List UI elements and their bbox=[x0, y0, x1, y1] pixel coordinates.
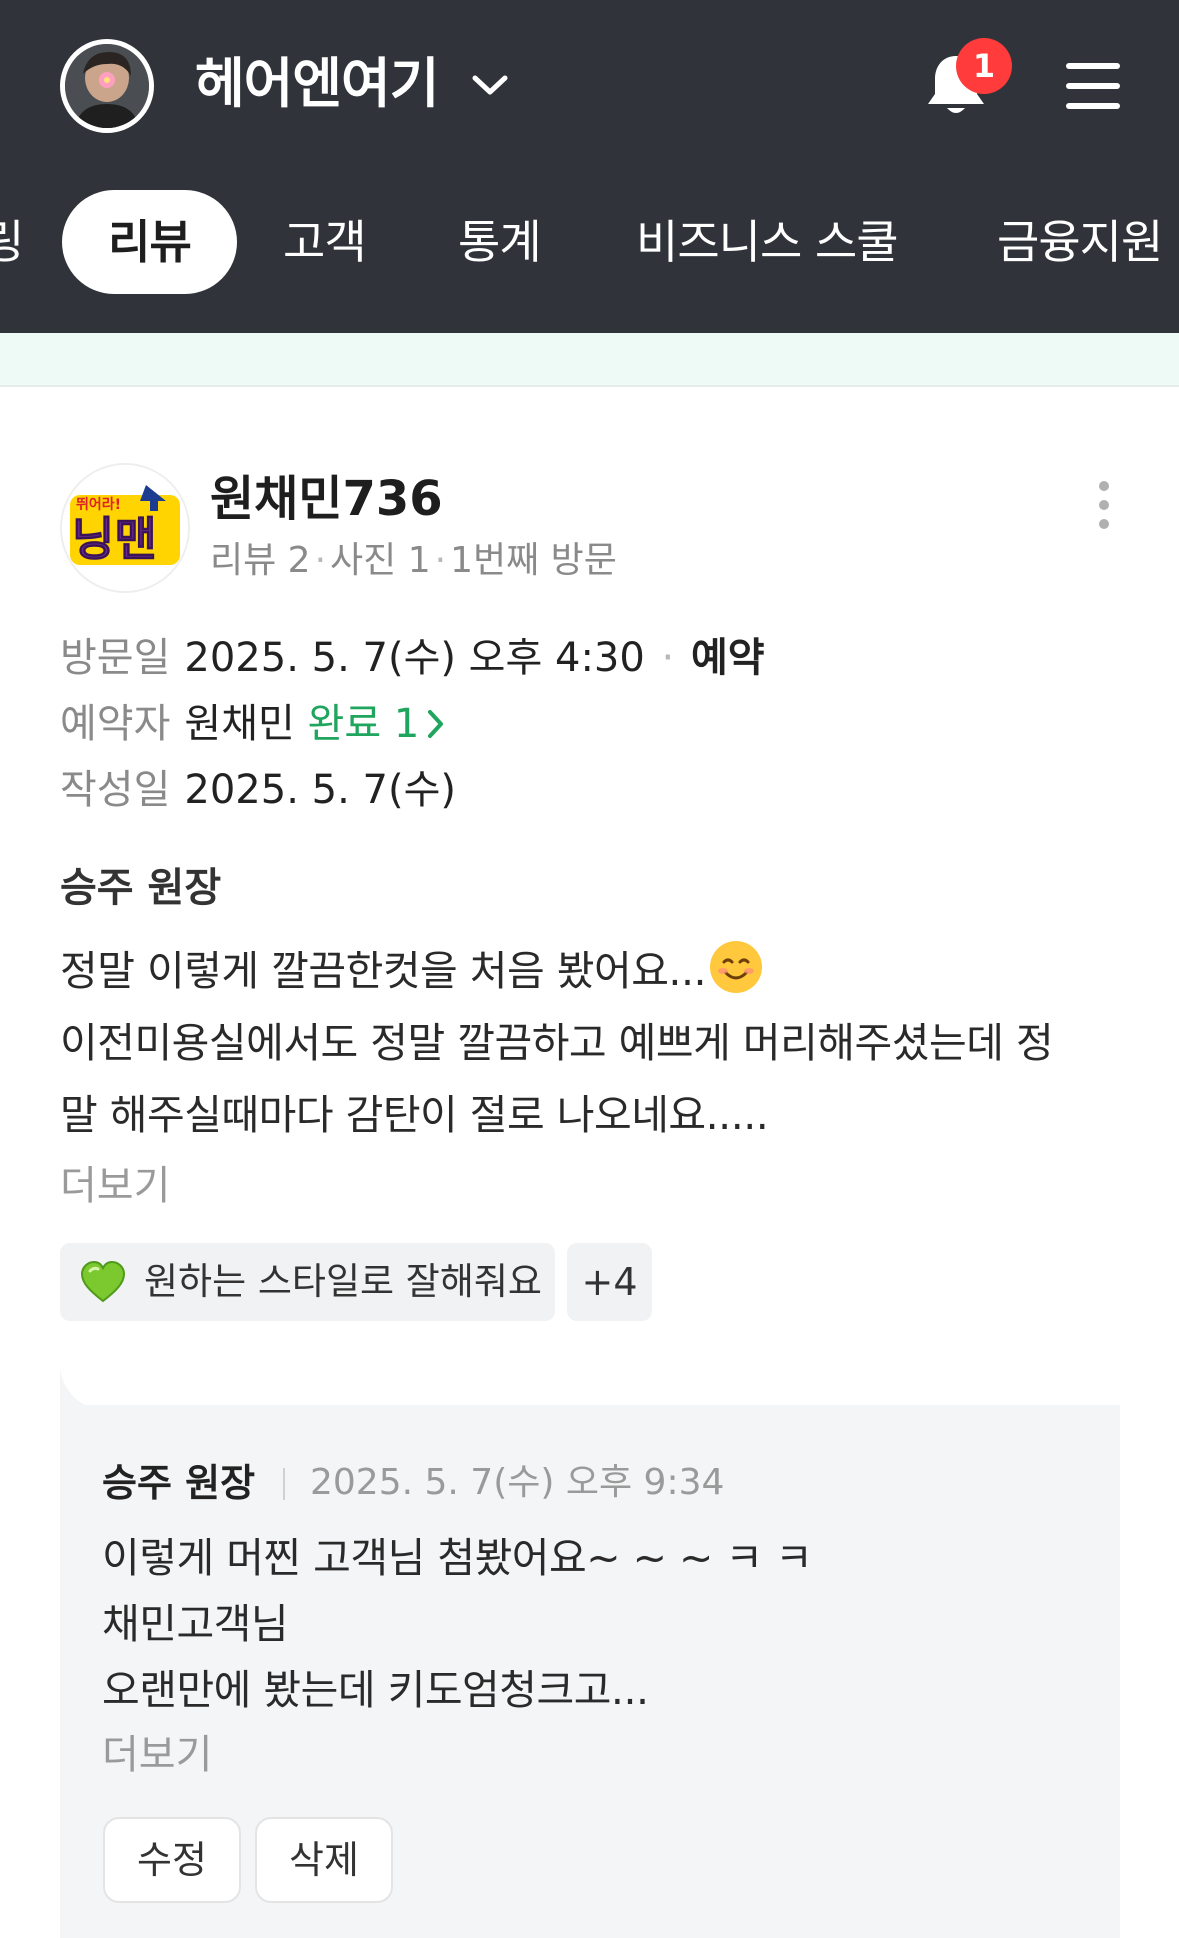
more-options-icon[interactable] bbox=[1090, 480, 1118, 530]
shop-name[interactable]: 헤어엔여기 bbox=[195, 52, 439, 116]
reply-author: 승주 원장 bbox=[102, 1461, 256, 1505]
reply-text-line2: 채민고객님 bbox=[102, 1600, 289, 1648]
visit-date-value: 2025. 5. 7(수) 오후 4:30 bbox=[184, 635, 645, 681]
designer-name: 승주 원장 bbox=[60, 865, 222, 911]
visit-date-label: 방문일 bbox=[60, 635, 171, 681]
reply-text-line1: 이렇게 머찐 고객님 첨봤어요~ ~ ~ ㅋ ㅋ bbox=[102, 1534, 813, 1582]
visit-date-row: 방문일 2025. 5. 7(수) 오후 4:30 · 예약 bbox=[60, 635, 765, 681]
written-date-row: 작성일 2025. 5. 7(수) bbox=[60, 762, 456, 818]
hamburger-menu-icon[interactable] bbox=[1066, 61, 1120, 111]
edit-reply-button[interactable]: 수정 bbox=[103, 1817, 241, 1903]
smiling-face-icon bbox=[710, 941, 763, 993]
review-keyword-label: 원하는 스타일로 잘해줘요 bbox=[144, 1260, 542, 1303]
reviewer-photo-count: 사진 1 bbox=[330, 540, 431, 581]
written-date-value: 2025. 5. 7(수) bbox=[184, 767, 456, 813]
svg-text:닝맨: 닝맨 bbox=[72, 512, 157, 566]
tab-business-school[interactable]: 비즈니스 스쿨 bbox=[636, 190, 899, 294]
reviewer-visit-count: 1번째 방문 bbox=[450, 540, 617, 581]
reply-date: 2025. 5. 7(수) 오후 9:34 bbox=[310, 1462, 725, 1503]
reply-text: 이렇게 머찐 고객님 첨봤어요~ ~ ~ ㅋ ㅋ 채민고객님 오랜만에 봤는데 … bbox=[102, 1525, 1102, 1723]
review-more-link[interactable]: 더보기 bbox=[60, 1158, 170, 1214]
tab-reviews[interactable]: 리뷰 bbox=[62, 190, 237, 294]
chevron-down-icon[interactable] bbox=[470, 70, 510, 100]
delete-reply-button[interactable]: 삭제 bbox=[255, 1817, 393, 1903]
reply-text-line3: 오랜만에 봤는데 키도엄청크고... bbox=[102, 1666, 649, 1714]
written-date-label: 작성일 bbox=[60, 767, 171, 813]
review-text-line3: 말 해주실때마다 감탄이 절로 나오네요..... bbox=[60, 1091, 769, 1139]
shop-profile-avatar[interactable] bbox=[60, 39, 154, 133]
reply-divider bbox=[283, 1468, 285, 1500]
tab-partial[interactable]: 링 bbox=[0, 190, 24, 294]
notification-badge: 1 bbox=[956, 38, 1012, 94]
review-text: 정말 이렇게 깔끔한컷을 처음 봤어요... 이전미용실에서도 정말 깔끔하고 … bbox=[60, 935, 1120, 1151]
booker-label: 예약자 bbox=[60, 701, 171, 747]
reviewer-avatar[interactable]: 뛰어라! 닝맨 bbox=[62, 465, 188, 591]
banner-strip bbox=[0, 333, 1179, 387]
tab-statistics[interactable]: 통계 bbox=[458, 190, 542, 294]
booker-name: 원채민 bbox=[184, 701, 295, 747]
reviewer-meta: 리뷰 2 · 사진 1 · 1번째 방문 bbox=[210, 540, 617, 581]
reply-more-link[interactable]: 더보기 bbox=[102, 1727, 212, 1783]
reviewer-review-count: 리뷰 2 bbox=[210, 540, 311, 581]
tab-customers[interactable]: 고객 bbox=[283, 190, 367, 294]
app-header: 헤어엔여기 1 링 리뷰 고객 통계 비즈니스 스쿨 금융지원 bbox=[0, 0, 1179, 333]
green-heart-icon bbox=[80, 1261, 126, 1303]
booker-row: 예약자 원채민 완료 1 bbox=[60, 696, 447, 752]
booker-status: 완료 1 bbox=[307, 701, 420, 747]
reviewer-name[interactable]: 원채민736 bbox=[210, 470, 443, 528]
more-keywords-button[interactable]: +4 bbox=[567, 1243, 652, 1321]
chevron-right-icon bbox=[428, 710, 444, 738]
review-text-line1: 정말 이렇게 깔끔한컷을 처음 봤어요... bbox=[60, 947, 707, 995]
svg-text:뛰어라!: 뛰어라! bbox=[76, 496, 121, 513]
visit-type: 예약 bbox=[690, 635, 765, 681]
review-keyword-tag: 원하는 스타일로 잘해줘요 bbox=[60, 1243, 555, 1321]
review-text-line2: 이전미용실에서도 정말 깔끔하고 예쁘게 머리해주셨는데 정 bbox=[60, 1019, 1054, 1067]
tab-bar: 링 리뷰 고객 통계 비즈니스 스쿨 금융지원 bbox=[0, 190, 1179, 294]
reply-top-curve-mask bbox=[60, 1340, 1120, 1410]
running-man-logo-icon: 뛰어라! 닝맨 bbox=[62, 465, 188, 591]
booker-status-link[interactable]: 완료 1 bbox=[308, 701, 448, 747]
tab-financial-support[interactable]: 금융지원 bbox=[997, 190, 1163, 294]
